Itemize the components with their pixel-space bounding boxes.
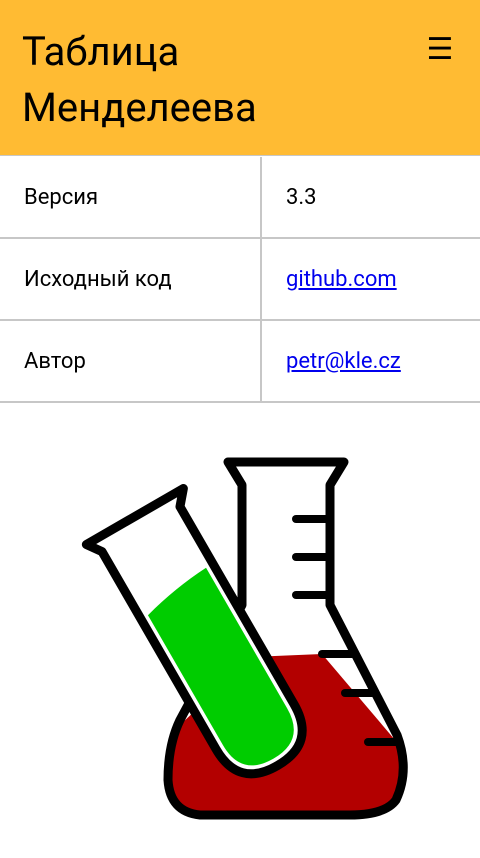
table-row-source: Исходный код github.com [0, 238, 480, 321]
page-title: Таблица Менделеева [22, 28, 257, 131]
author-value-cell: petr@kle.cz [261, 320, 480, 403]
table-row-version: Версия 3.3 [0, 157, 480, 239]
chemistry-illustration [0, 402, 480, 854]
author-email-link[interactable]: petr@kle.cz [286, 349, 401, 374]
source-link[interactable]: github.com [286, 267, 397, 292]
author-label: Автор [0, 320, 262, 403]
table-row-author: Автор petr@kle.cz [0, 320, 480, 403]
version-value: 3.3 [261, 157, 480, 239]
flask-test-tube-icon [81, 457, 408, 820]
app-header: Таблица Менделеева ☰ [0, 0, 480, 156]
source-value-cell: github.com [261, 238, 480, 321]
about-table: Версия 3.3 Исходный код github.com Автор… [0, 157, 480, 403]
source-label: Исходный код [0, 238, 262, 321]
version-label: Версия [0, 157, 262, 239]
menu-icon[interactable]: ☰ [420, 28, 460, 72]
